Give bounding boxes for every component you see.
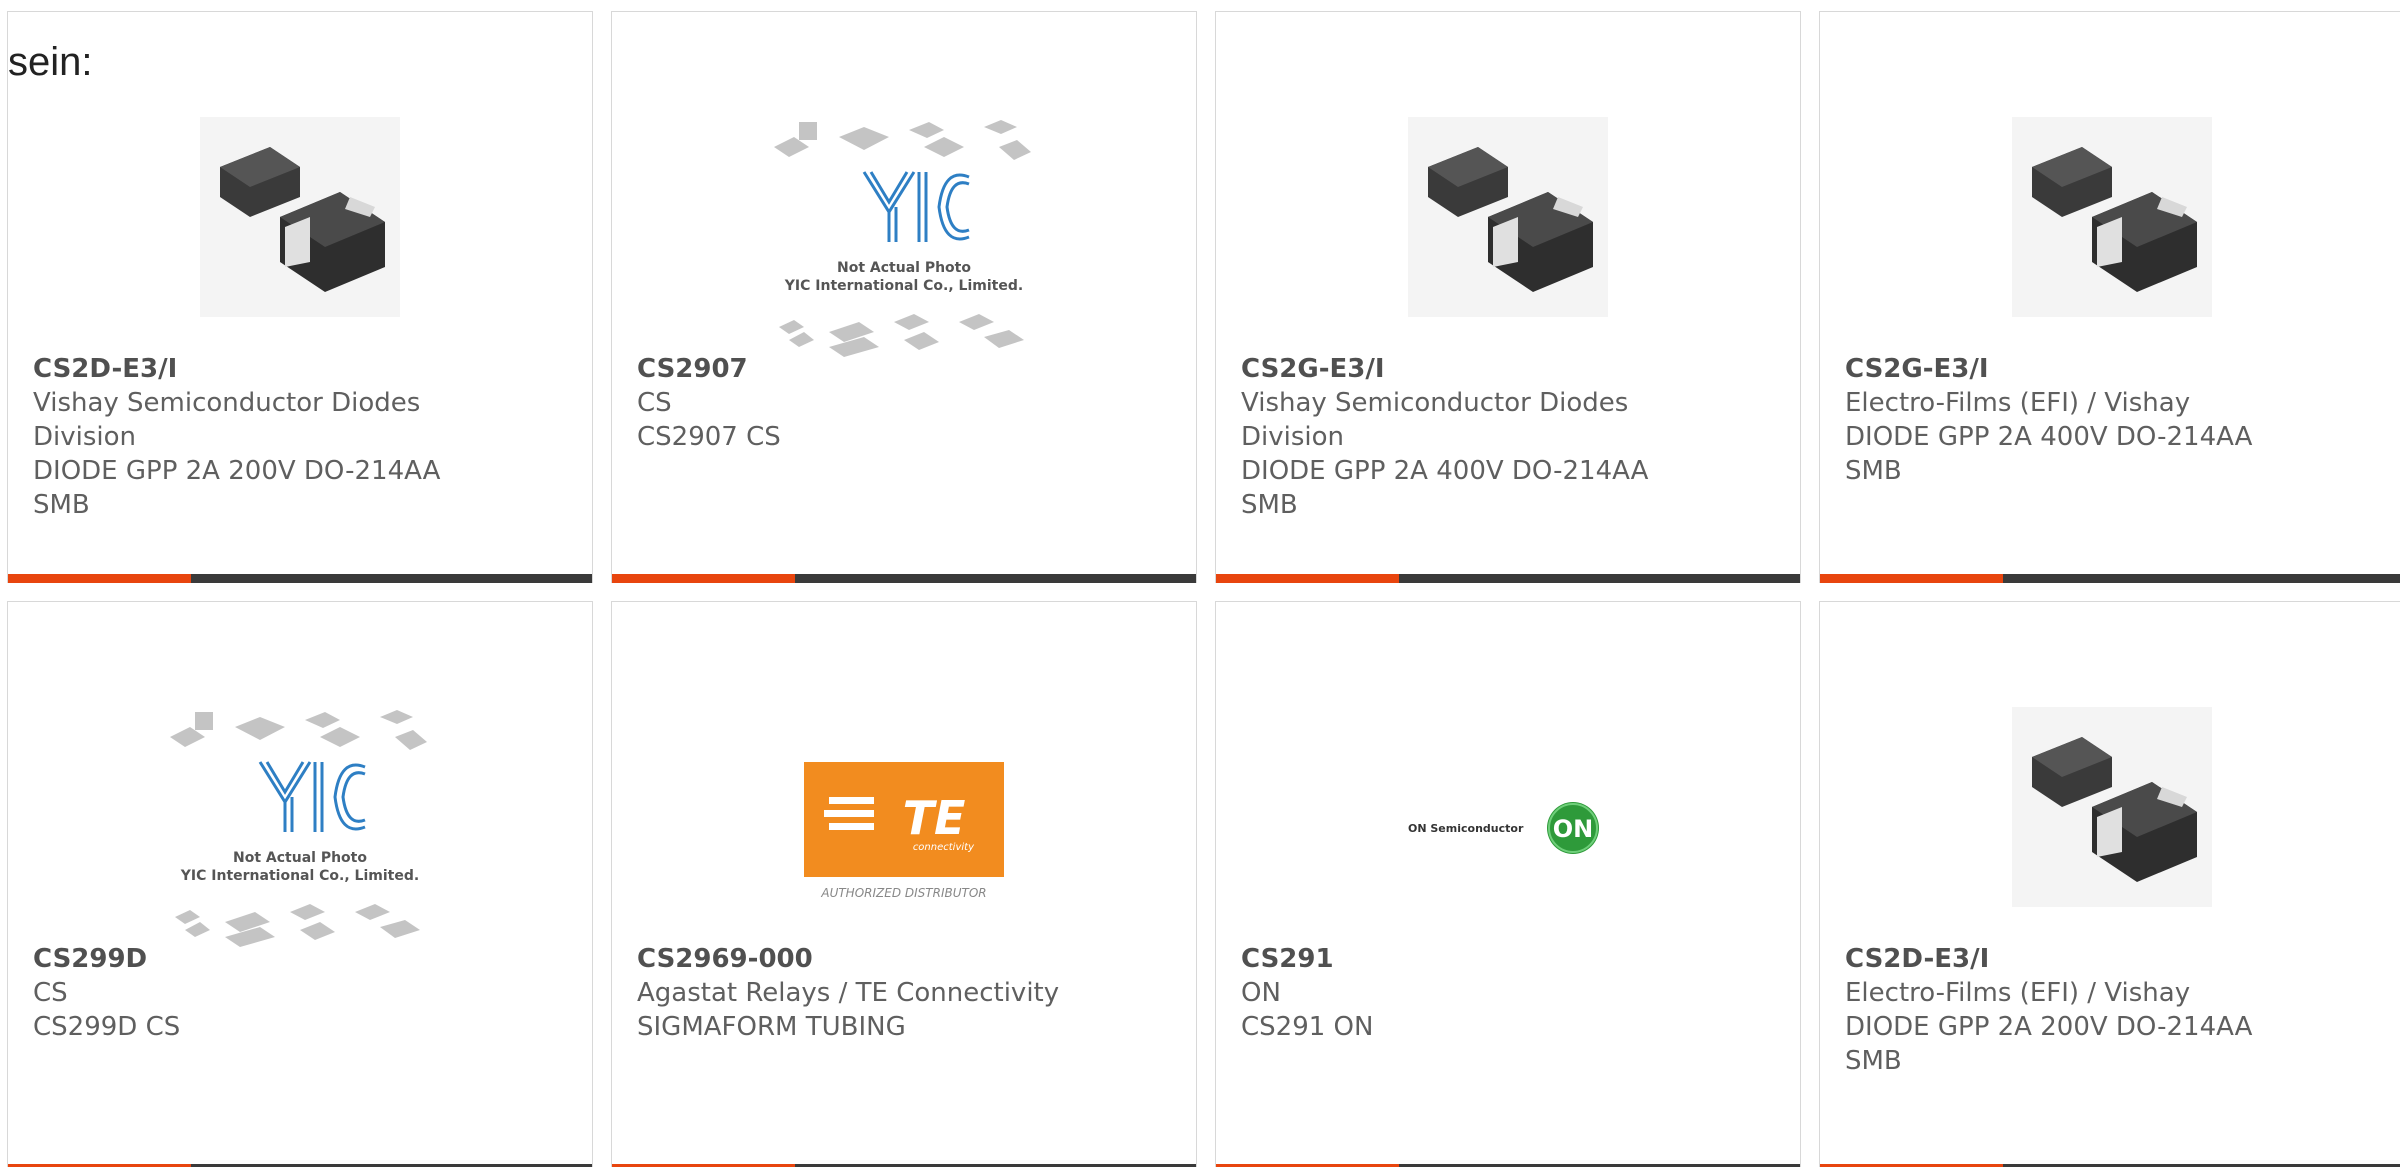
part-number[interactable]: CS2D-E3/I (33, 352, 463, 386)
part-number[interactable]: CS2G-E3/I (1845, 352, 2275, 386)
product-card[interactable]: ON Semiconductor ON CS291 ON CS291 ON (1215, 601, 1801, 1167)
authorized-distributor-label: AUTHORIZED DISTRIBUTOR (820, 886, 986, 900)
manufacturer: Electro-Films (EFI) / Vishay (1845, 388, 2191, 418)
manufacturer: Agastat Relays / TE Connectivity (637, 978, 1060, 1008)
yic-company-label: YIC International Co., Limited. (784, 278, 1023, 294)
manufacturer: Electro-Films (EFI) / Vishay (1845, 978, 2191, 1008)
smb-diode-icon (2012, 707, 2212, 907)
on-circle-text: ON (1553, 815, 1594, 843)
description: DIODE GPP 2A 400V DO-214AA SMB (1845, 422, 2253, 486)
not-actual-photo-label: Not Actual Photo (233, 850, 367, 866)
description: CS291 ON (1241, 1012, 1374, 1042)
product-card[interactable]: TE connectivity AUTHORIZED DISTRIBUTOR C… (611, 601, 1197, 1167)
te-logo-subtext: connectivity (913, 842, 975, 853)
product-image[interactable]: TE connectivity AUTHORIZED DISTRIBUTOR (612, 692, 1196, 962)
product-card[interactable]: CS2D-E3/I Electro-Films (EFI) / Vishay D… (1819, 601, 2400, 1167)
smb-diode-icon (200, 117, 400, 317)
smb-diode-icon (2012, 117, 2212, 317)
manufacturer: CS (33, 978, 68, 1008)
te-logo-text: TE (903, 791, 966, 845)
product-card[interactable]: CS2G-E3/I Electro-Films (EFI) / Vishay D… (1819, 11, 2400, 583)
product-image[interactable]: Not Actual Photo YIC International Co., … (8, 692, 592, 962)
part-number[interactable]: CS299D (33, 942, 463, 976)
not-actual-photo-label: Not Actual Photo (837, 260, 971, 276)
part-number[interactable]: CS2G-E3/I (1241, 352, 1671, 386)
on-semiconductor-logo-icon: ON Semiconductor ON (1408, 802, 1599, 854)
description: DIODE GPP 2A 200V DO-214AA SMB (1845, 1012, 2253, 1076)
part-number[interactable]: CS2969-000 (637, 942, 1067, 976)
card-footer-bar (8, 574, 592, 583)
product-grid: CS2D-E3/I Vishay Semiconductor Diodes Di… (0, 0, 2400, 1167)
intro-text: sein: (8, 40, 93, 84)
product-image[interactable] (8, 82, 592, 352)
part-number[interactable]: CS2907 (637, 352, 1067, 386)
product-card[interactable]: Not Actual Photo YIC International Co., … (7, 601, 593, 1167)
manufacturer: ON (1241, 978, 1281, 1008)
description: CS2907 CS (637, 422, 781, 452)
part-number[interactable]: CS2D-E3/I (1845, 942, 2275, 976)
card-footer-bar (1216, 574, 1800, 583)
te-connectivity-logo-icon: TE connectivity AUTHORIZED DISTRIBUTOR (804, 762, 1004, 900)
yic-placeholder-icon: Not Actual Photo YIC International Co., … (774, 120, 1031, 357)
card-footer-bar (612, 574, 1196, 583)
manufacturer: CS (637, 388, 672, 418)
yic-company-label: YIC International Co., Limited. (180, 868, 419, 884)
manufacturer: Vishay Semiconductor Diodes Division (1241, 388, 1629, 452)
product-image[interactable] (1820, 82, 2400, 352)
product-image[interactable] (1820, 672, 2400, 942)
on-semi-logo-text: ON Semiconductor (1408, 822, 1524, 835)
product-image[interactable] (1216, 82, 1800, 352)
yic-placeholder-icon: Not Actual Photo YIC International Co., … (170, 710, 427, 947)
description: DIODE GPP 2A 200V DO-214AA SMB (33, 456, 441, 520)
description: SIGMAFORM TUBING (637, 1012, 906, 1042)
product-image[interactable]: ON Semiconductor ON (1216, 692, 1800, 962)
part-number[interactable]: CS291 (1241, 942, 1671, 976)
smb-diode-icon (1408, 117, 1608, 317)
product-card[interactable]: CS2D-E3/I Vishay Semiconductor Diodes Di… (7, 11, 593, 583)
product-image[interactable]: Not Actual Photo YIC International Co., … (612, 102, 1196, 372)
description: DIODE GPP 2A 400V DO-214AA SMB (1241, 456, 1649, 520)
description: CS299D CS (33, 1012, 181, 1042)
product-card[interactable]: Not Actual Photo YIC International Co., … (611, 11, 1197, 583)
product-card[interactable]: CS2G-E3/I Vishay Semiconductor Diodes Di… (1215, 11, 1801, 583)
manufacturer: Vishay Semiconductor Diodes Division (33, 388, 421, 452)
card-footer-bar (1820, 574, 2400, 583)
